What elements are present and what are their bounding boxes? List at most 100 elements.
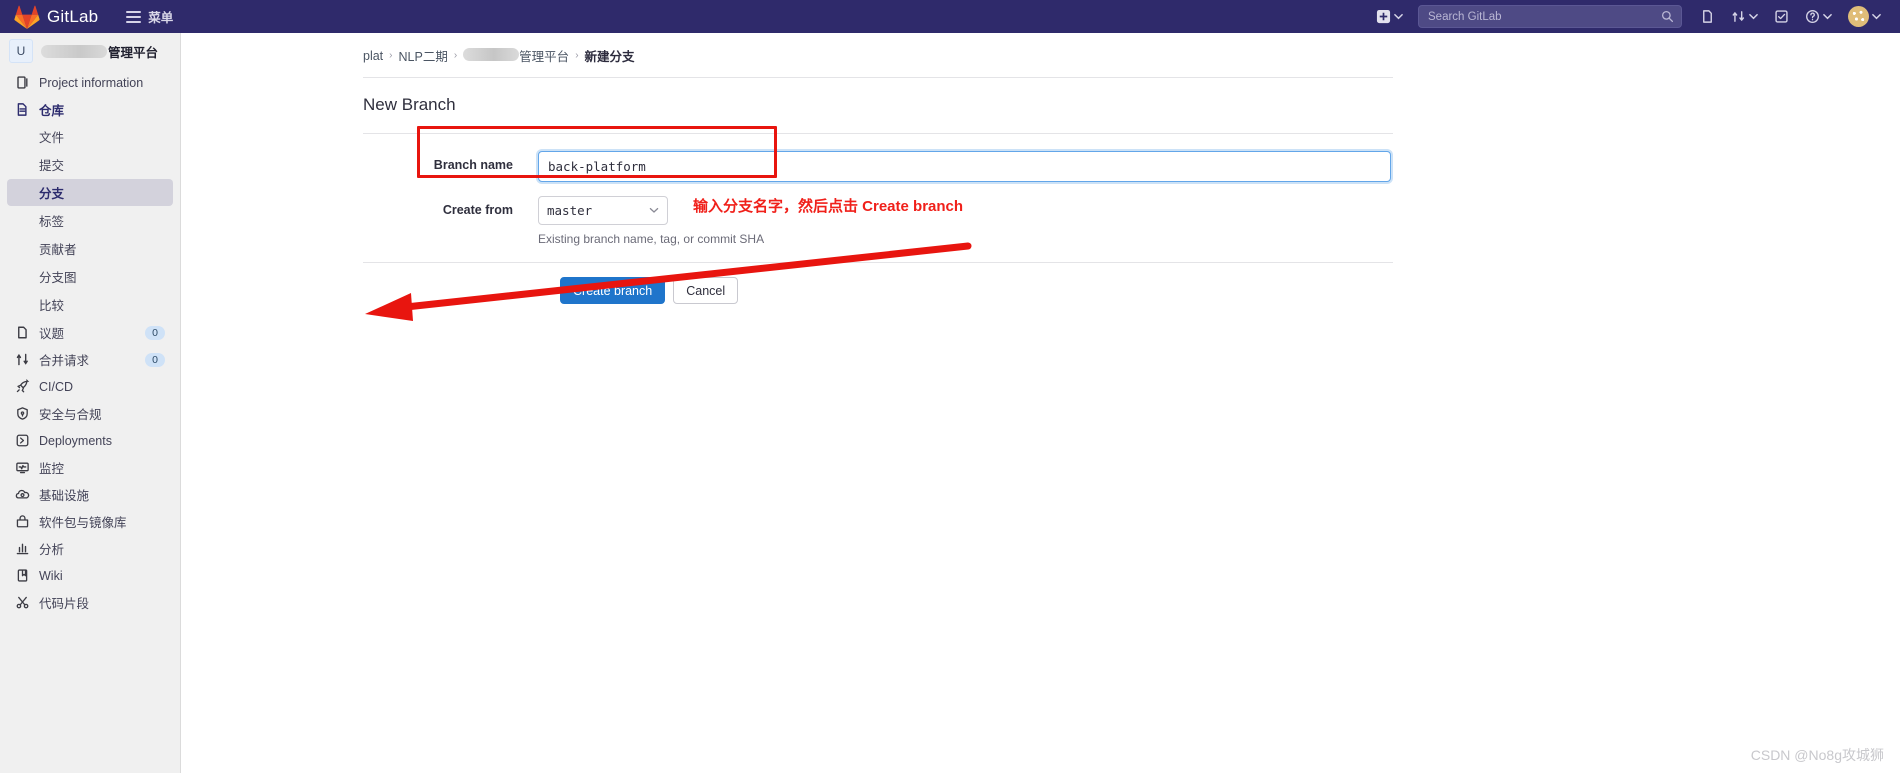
create-new-button[interactable] <box>1369 4 1410 29</box>
search-icon <box>1661 10 1674 28</box>
sidebar-item-label: 基础设施 <box>39 489 90 503</box>
chevron-down-icon <box>1394 12 1403 21</box>
sidebar-item-analytics[interactable]: 分析 <box>7 535 173 562</box>
branch-name-input[interactable]: back-platform <box>538 151 1391 182</box>
divider-top <box>363 77 1393 78</box>
issues-count-badge: 0 <box>145 325 165 340</box>
chart-bar-icon <box>15 541 30 556</box>
breadcrumb-item-group[interactable]: NLP二期 <box>399 46 448 65</box>
navbar-right-group: Search GitLab <box>1369 1 1888 32</box>
annotation-instruction-text: 输入分支名字，然后点击 Create branch <box>693 198 964 215</box>
create-branch-button[interactable]: Create branch <box>560 277 666 304</box>
sidebar-item-wiki[interactable]: Wiki <box>7 562 173 589</box>
sidebar-item-security-compliance[interactable]: 安全与合规 <box>7 400 173 427</box>
sidebar-nav-list: Project information 仓库 文件 提交 分支 标签 贡献者 分… <box>0 69 180 616</box>
create-from-select[interactable]: master <box>538 196 668 225</box>
issues-icon <box>1700 9 1715 24</box>
book-icon <box>15 568 30 583</box>
sidebar-item-label: 软件包与镜像库 <box>39 516 127 530</box>
shield-icon <box>15 406 30 421</box>
form-actions: Create branch Cancel <box>181 263 1900 304</box>
sidebar-item-label: Wiki <box>39 568 63 583</box>
user-menu-button[interactable] <box>1841 1 1888 32</box>
sidebar-item-branches[interactable]: 分支 <box>7 179 173 206</box>
sidebar-item-label: 分支图 <box>39 271 77 285</box>
breadcrumb-item-plat[interactable]: plat <box>363 49 383 63</box>
sidebar-item-label: 监控 <box>39 462 65 476</box>
sidebar-item-label: Project information <box>39 75 144 90</box>
project-info-icon <box>15 75 30 90</box>
sidebar-item-commits[interactable]: 提交 <box>7 151 173 178</box>
sidebar-item-contributors[interactable]: 贡献者 <box>7 235 173 262</box>
sidebar-item-files[interactable]: 文件 <box>7 123 173 150</box>
sidebar-item-monitor[interactable]: 监控 <box>7 454 173 481</box>
sidebar-item-label: 比较 <box>39 299 65 313</box>
merge-requests-button[interactable] <box>1724 4 1765 29</box>
chevron-down-icon <box>649 203 659 218</box>
breadcrumb-item-project[interactable]: 管理平台 <box>463 46 569 65</box>
sidebar-item-tags[interactable]: 标签 <box>7 207 173 234</box>
plus-square-icon <box>1376 9 1391 24</box>
project-name: 管理平台 <box>41 42 158 61</box>
sidebar-item-label: Deployments <box>39 433 112 448</box>
top-navbar: GitLab 菜单 Search GitLab <box>0 0 1900 33</box>
chevron-down-icon <box>1823 12 1832 21</box>
redacted-block <box>41 44 107 58</box>
brand-name: GitLab <box>47 6 99 26</box>
scissors-icon <box>15 595 30 610</box>
sidebar-item-label: 分支 <box>39 187 65 201</box>
merge-request-icon <box>1731 9 1746 24</box>
todos-button[interactable] <box>1767 4 1796 29</box>
chevron-down-icon <box>1872 12 1881 21</box>
breadcrumb-item-current: 新建分支 <box>584 50 635 64</box>
sidebar-item-label: 合并请求 <box>39 354 90 368</box>
sidebar-item-repository[interactable]: 仓库 <box>7 96 173 123</box>
sidebar-item-label: 议题 <box>39 327 65 341</box>
sidebar-item-label: 贡献者 <box>39 243 77 257</box>
sidebar-item-merge-requests[interactable]: 合并请求 0 <box>7 346 173 373</box>
gitlab-tanuki-icon[interactable] <box>14 5 40 29</box>
sidebar-item-label: 文件 <box>39 131 65 145</box>
package-icon <box>15 514 30 529</box>
app-shell: U 管理平台 Project information 仓库 文件 提交 分支 标… <box>0 33 1900 773</box>
create-from-row: Create from master Existing branch name,… <box>181 196 1900 246</box>
merge-requests-count-badge: 0 <box>145 352 165 367</box>
merge-request-icon <box>15 352 30 367</box>
project-sidebar: U 管理平台 Project information 仓库 文件 提交 分支 标… <box>0 33 181 773</box>
main-content: plat › NLP二期 › 管理平台 › 新建分支 New Branch Br… <box>181 33 1900 773</box>
issues-button[interactable] <box>1693 4 1722 29</box>
create-from-label: Create from <box>442 203 513 217</box>
sidebar-item-label: 仓库 <box>39 104 65 118</box>
main-menu-button[interactable]: 菜单 <box>126 7 173 26</box>
breadcrumb-separator: › <box>575 50 579 61</box>
page-title: New Branch <box>363 95 456 114</box>
watermark: CSDN @No8g攻城狮 <box>1750 747 1884 763</box>
breadcrumb: plat › NLP二期 › 管理平台 › 新建分支 <box>181 33 1900 65</box>
sidebar-item-label: 标签 <box>39 215 65 229</box>
create-from-value: master <box>547 203 593 218</box>
sidebar-item-issues[interactable]: 议题 0 <box>7 319 173 346</box>
menu-label: 菜单 <box>148 11 174 25</box>
sidebar-item-compare[interactable]: 比较 <box>7 291 173 318</box>
search-input[interactable]: Search GitLab <box>1418 5 1682 28</box>
sidebar-item-snippets[interactable]: 代码片段 <box>7 589 173 616</box>
project-avatar: U <box>9 39 33 63</box>
sidebar-item-ci-cd[interactable]: CI/CD <box>7 373 173 400</box>
redacted-block <box>463 48 520 61</box>
help-button[interactable] <box>1798 4 1839 29</box>
cancel-button[interactable]: Cancel <box>673 277 739 304</box>
chevron-down-icon <box>1749 12 1758 21</box>
search-container[interactable]: Search GitLab <box>1418 5 1682 28</box>
sidebar-item-project-information[interactable]: Project information <box>7 69 173 96</box>
divider-mid <box>363 133 1393 134</box>
sidebar-item-packages-registries[interactable]: 软件包与镜像库 <box>7 508 173 535</box>
sidebar-item-label: 代码片段 <box>39 597 90 611</box>
sidebar-project-header[interactable]: U 管理平台 <box>0 33 180 69</box>
deployments-icon <box>15 433 30 448</box>
sidebar-item-graph[interactable]: 分支图 <box>7 263 173 290</box>
breadcrumb-separator: › <box>389 50 393 61</box>
sidebar-item-infrastructure[interactable]: 基础设施 <box>7 481 173 508</box>
sidebar-item-label: 提交 <box>39 159 65 173</box>
search-placeholder: Search GitLab <box>1428 10 1502 23</box>
sidebar-item-deployments[interactable]: Deployments <box>7 427 173 454</box>
